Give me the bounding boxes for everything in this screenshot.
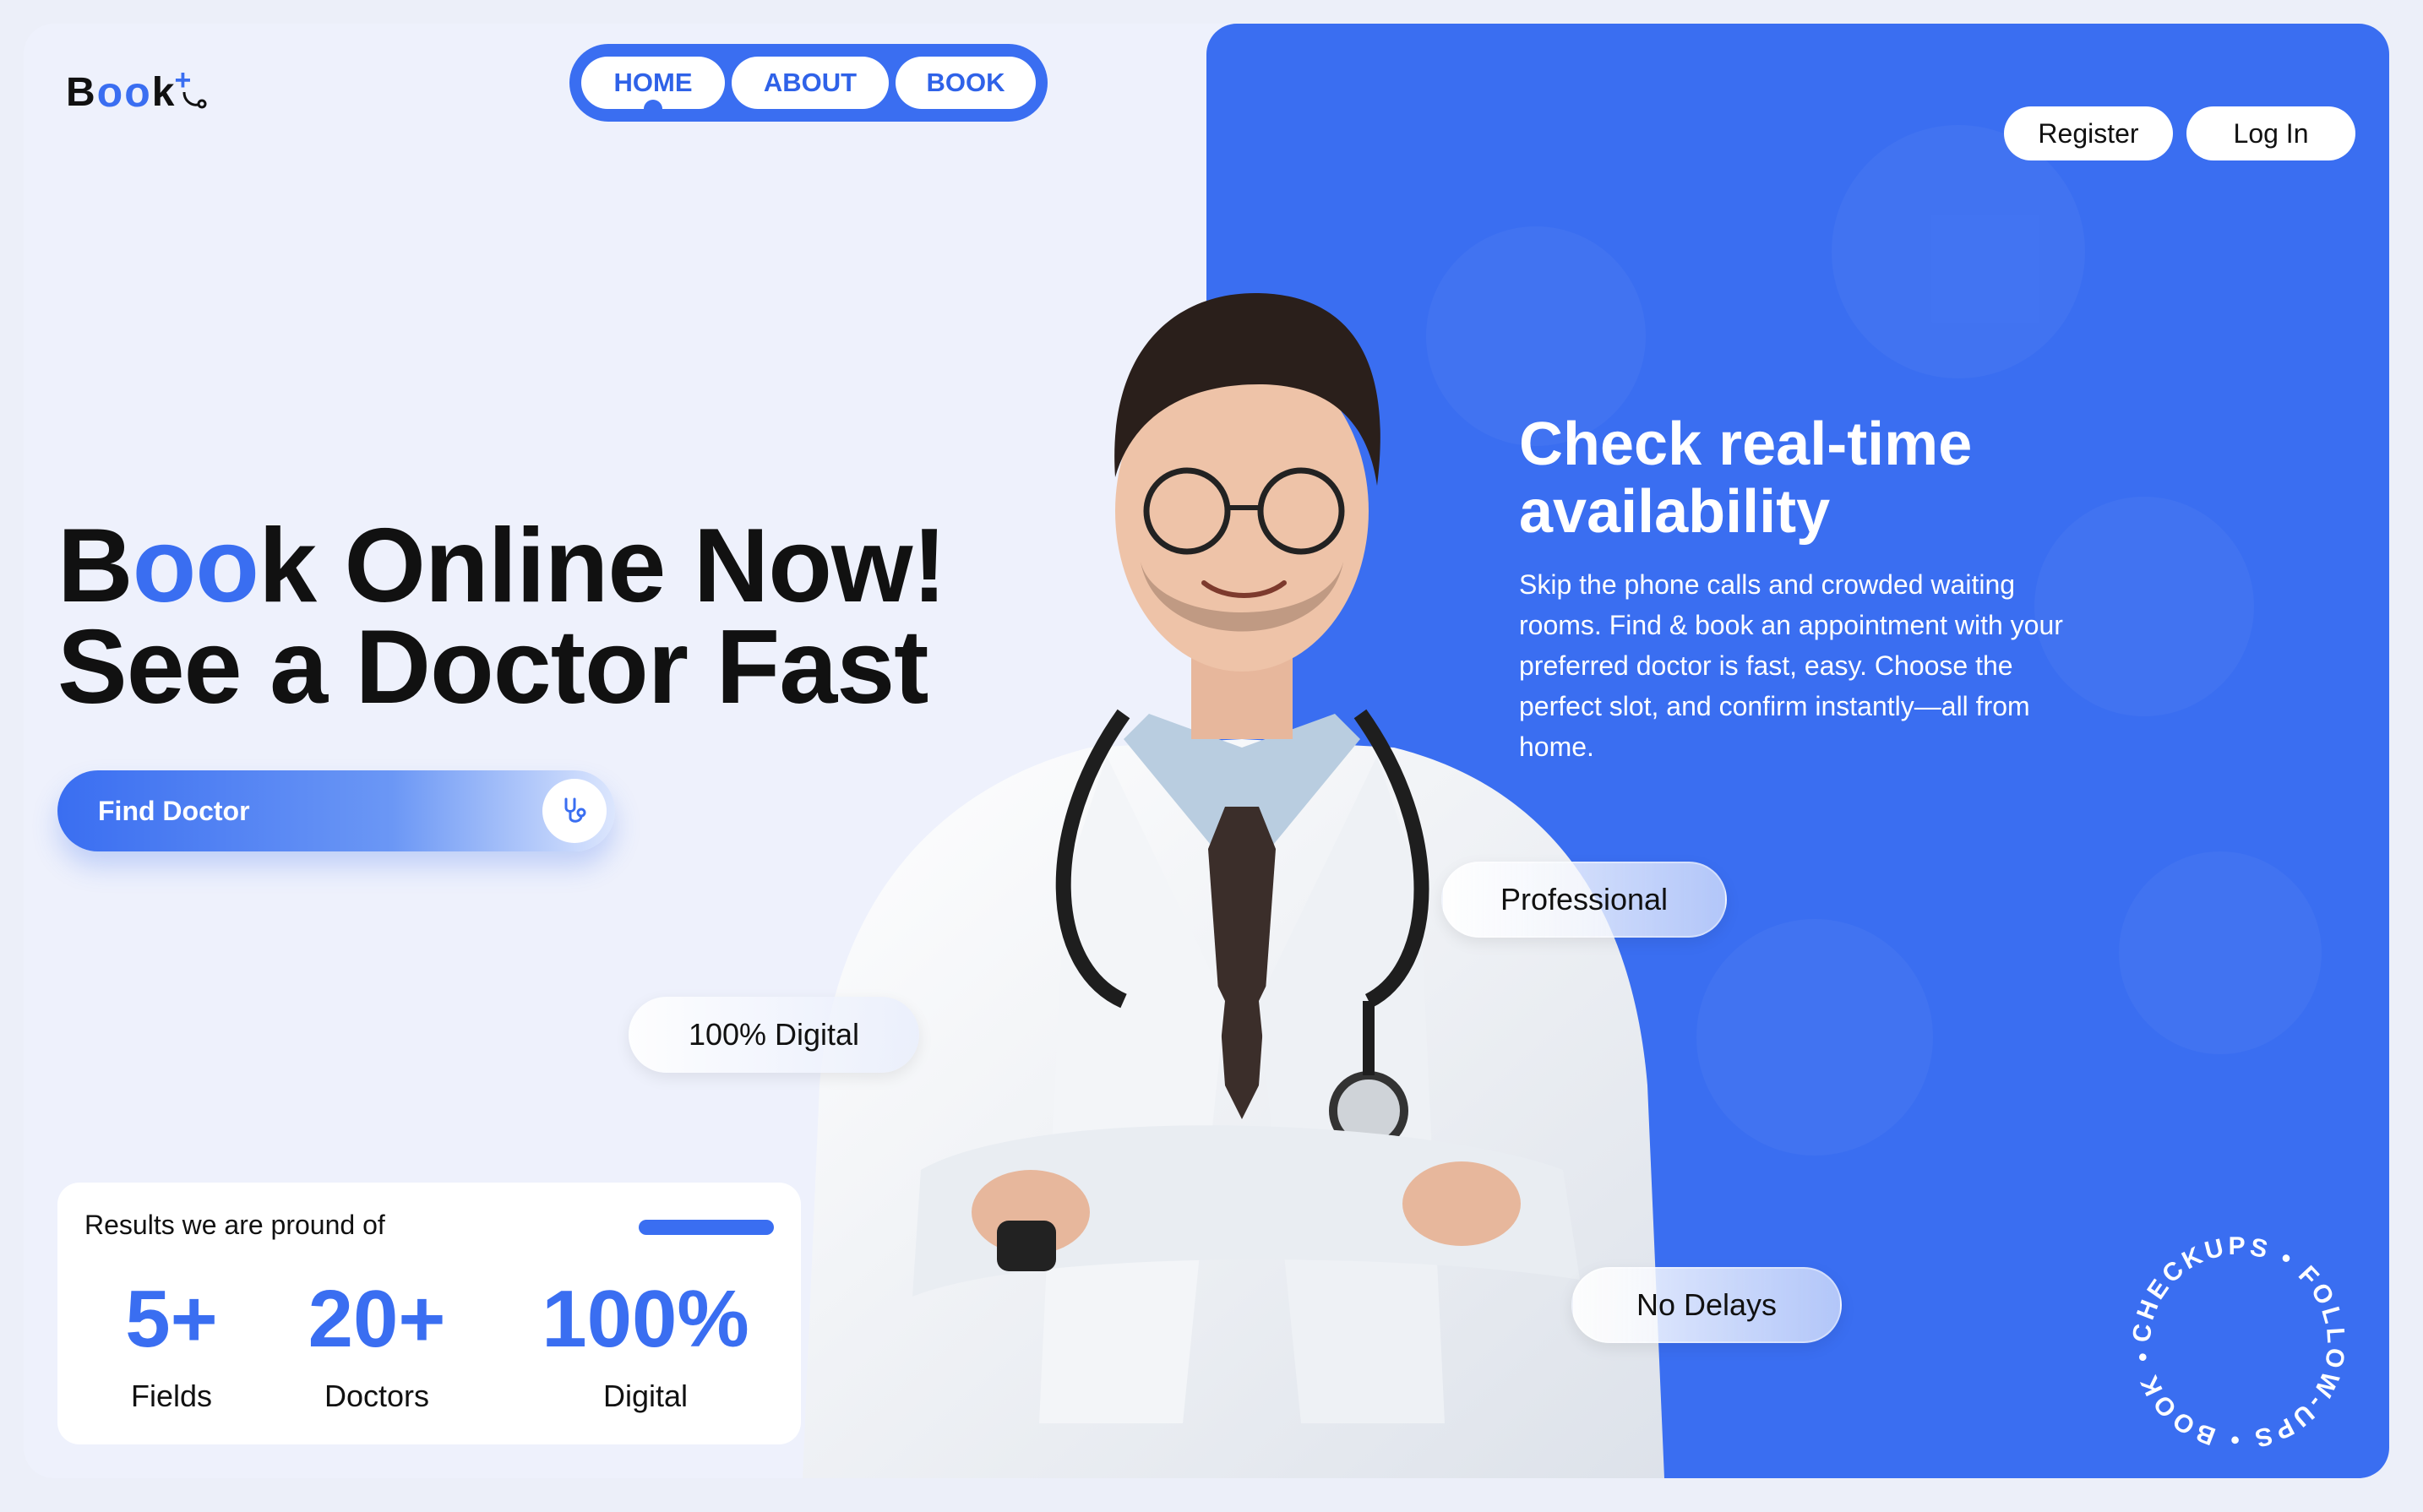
logo-oo: oo — [96, 68, 152, 116]
hero-b: B — [57, 508, 133, 624]
stethoscope-icon — [542, 779, 607, 843]
login-button[interactable]: Log In — [2186, 106, 2355, 160]
main-nav: HOME ABOUT BOOK — [569, 44, 1048, 122]
availability-description: Skip the phone calls and crowded waiting… — [1519, 569, 2063, 762]
stat-caption: Doctors — [324, 1379, 430, 1413]
badge-text: CHECKUPS • FOLLOW-UPS • BOOK • — [2127, 1232, 2346, 1454]
nav-book-label: BOOK — [926, 68, 1005, 97]
logo-b: B — [66, 69, 97, 115]
active-indicator — [644, 100, 663, 109]
no-delays-pill: No Delays — [1571, 1267, 1842, 1343]
logo-plus: + — [174, 63, 193, 96]
availability-title: Check real-time availability — [1519, 411, 1973, 546]
register-button[interactable]: Register — [2004, 106, 2173, 160]
stat-fields: 5+ Fields — [117, 1277, 226, 1414]
stat-value: 100% — [542, 1274, 749, 1364]
results-accent-bar — [639, 1220, 774, 1235]
stat-doctors: 20+ Doctors — [292, 1277, 461, 1414]
stat-value: 20+ — [308, 1274, 446, 1364]
nav-about[interactable]: ABOUT — [732, 57, 889, 109]
logo[interactable]: B oo k + — [66, 63, 208, 122]
logo-k: k — [151, 69, 177, 115]
stat-caption: Digital — [602, 1379, 689, 1413]
results-card: Results we are pround of 5+ Fields 20+ D… — [57, 1183, 801, 1444]
professional-pill: Professional — [1441, 862, 1727, 938]
hero-oo: oo — [132, 508, 259, 624]
nav-book[interactable]: BOOK — [895, 57, 1036, 109]
circular-text-badge: CHECKUPS • FOLLOW-UPS • BOOK • — [2127, 1232, 2349, 1454]
nav-home[interactable]: HOME — [581, 57, 726, 109]
results-label: Results we are pround of — [84, 1210, 385, 1240]
nav-about-label: ABOUT — [763, 68, 858, 97]
find-doctor-label: Find Doctor — [98, 795, 250, 826]
stat-digital: 100% Digital — [519, 1277, 772, 1414]
svg-text:CHECKUPS • FOLLOW-UPS • BOOK •: CHECKUPS • FOLLOW-UPS • BOOK • — [2127, 1232, 2349, 1454]
nav-home-label: HOME — [613, 68, 693, 97]
stat-value: 5+ — [125, 1274, 218, 1364]
digital-pill: 100% Digital — [629, 997, 919, 1073]
find-doctor-button[interactable]: Find Doctor — [57, 770, 615, 851]
stat-caption: Fields — [130, 1379, 213, 1413]
